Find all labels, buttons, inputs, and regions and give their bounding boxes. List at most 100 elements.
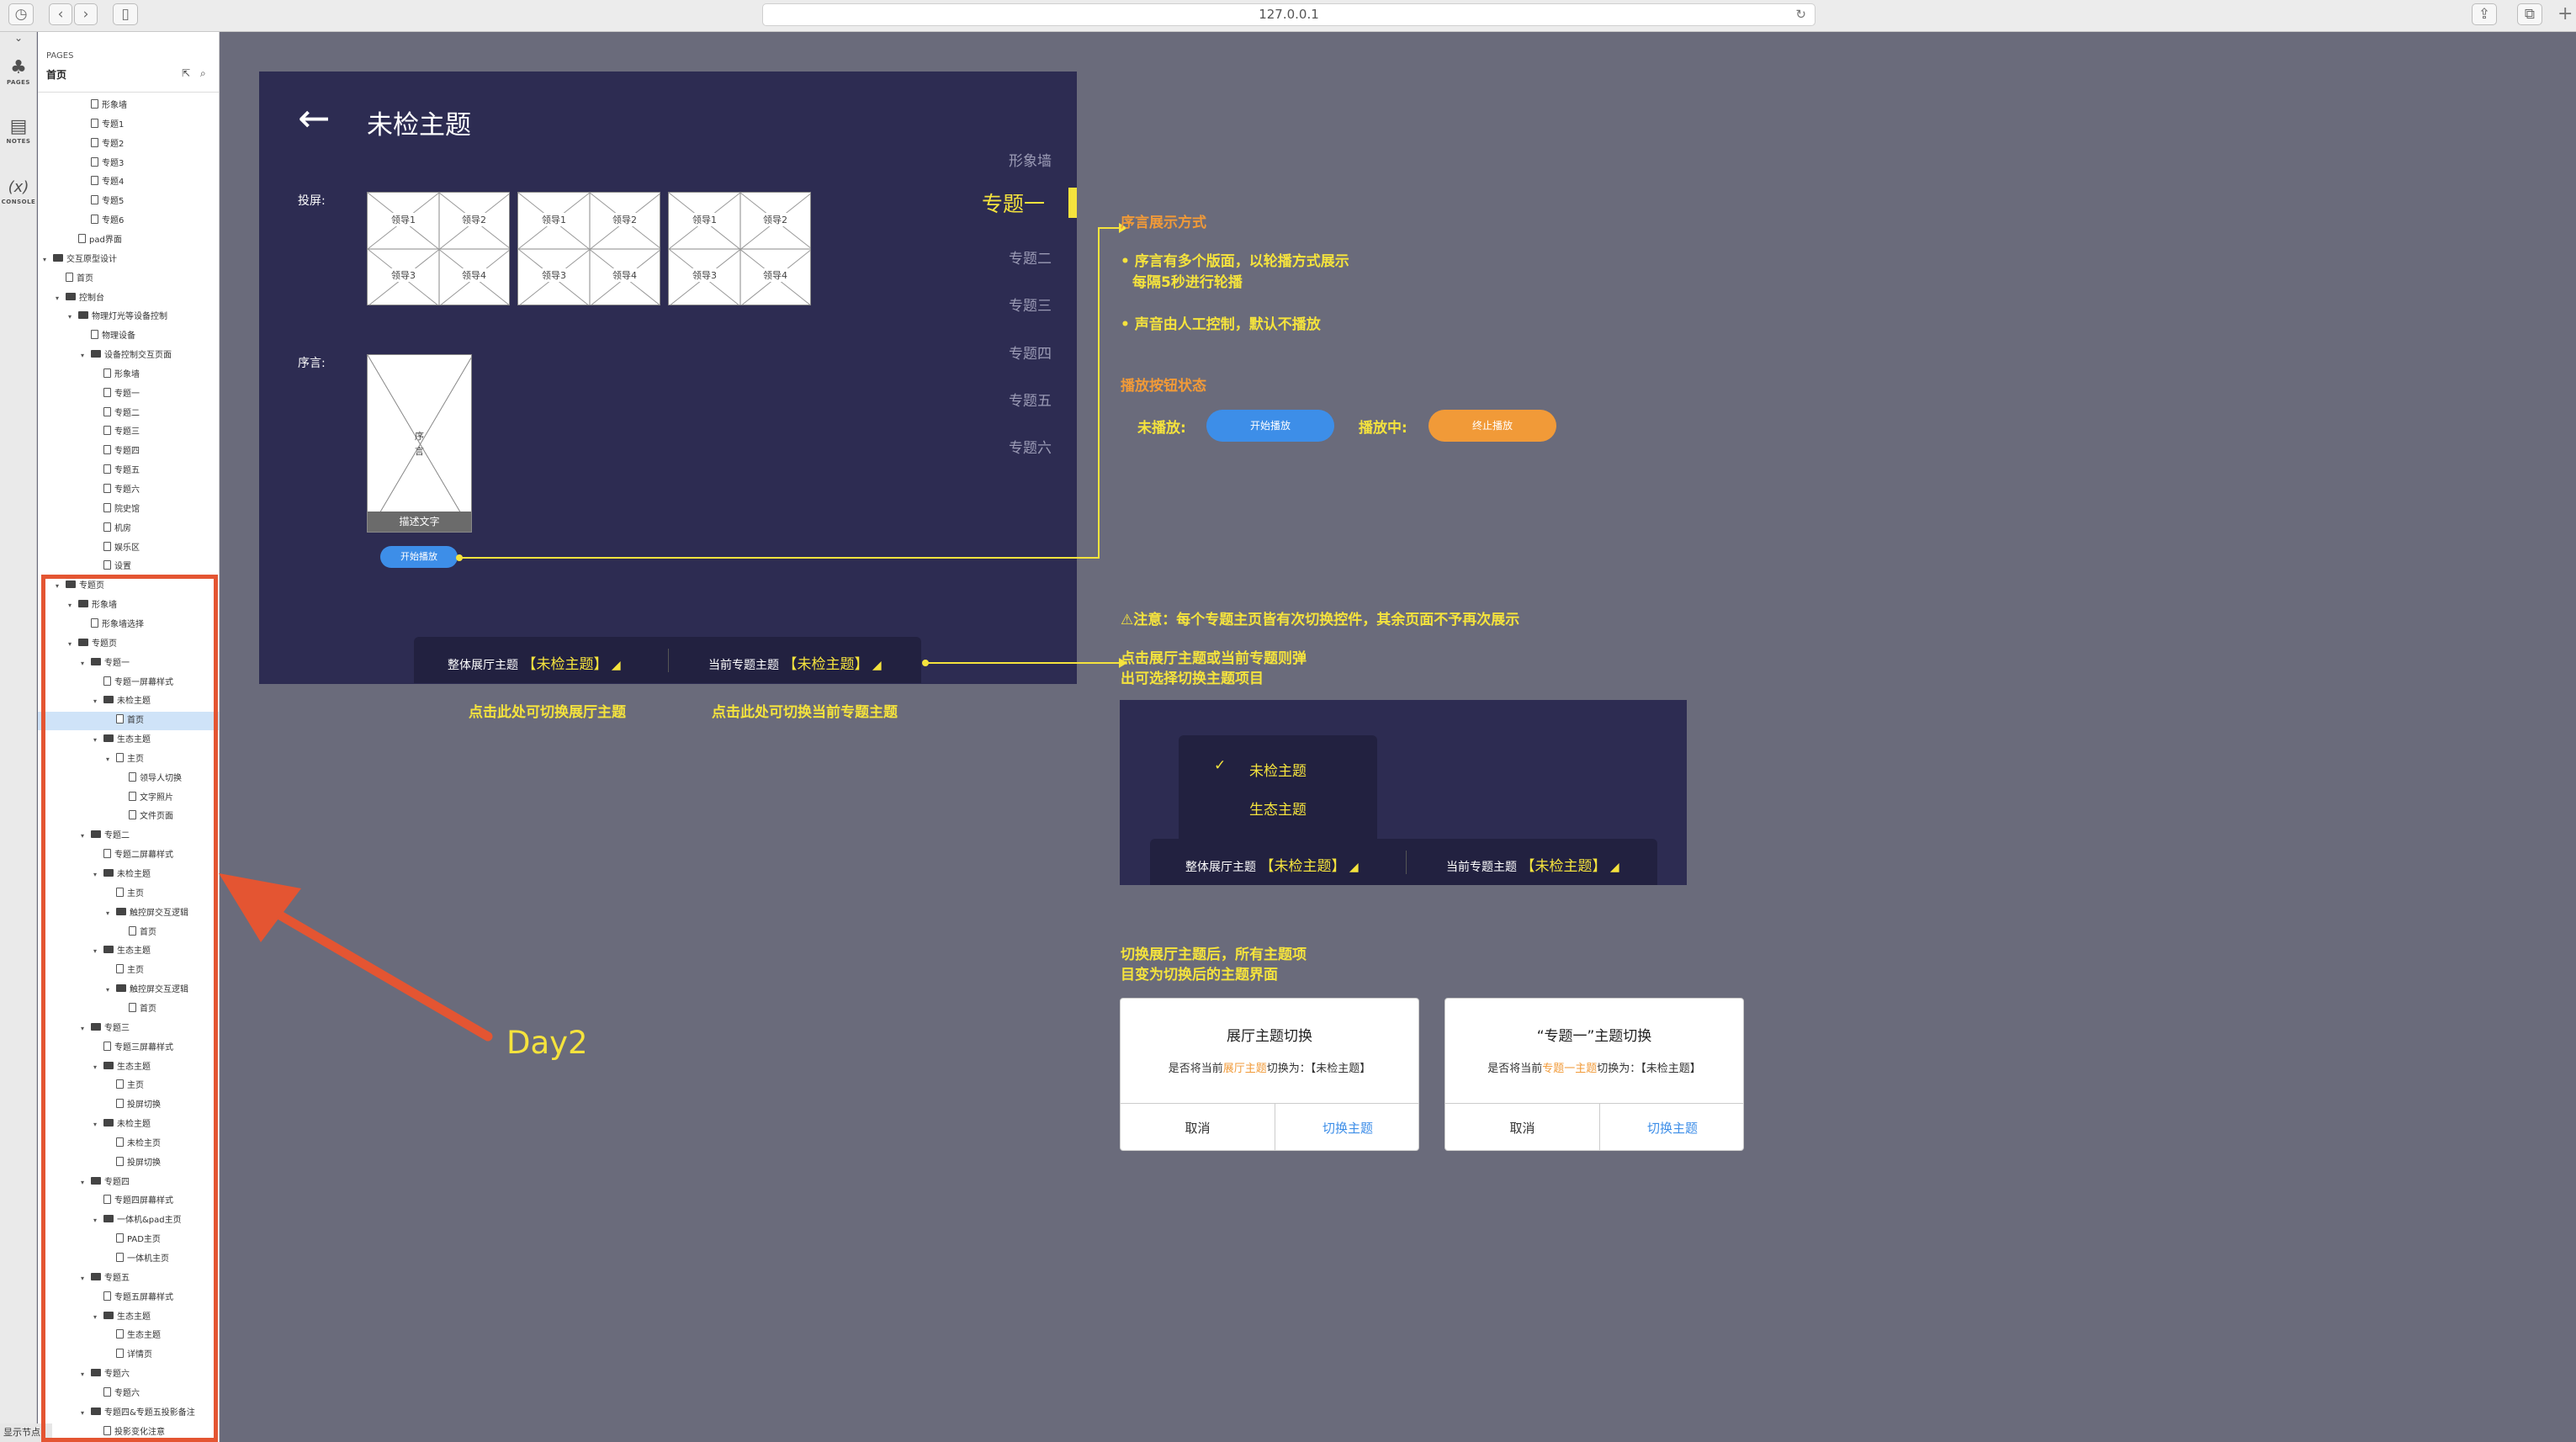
dialog-message: 是否将当前专题一主题切换为：【未检主题】	[1445, 1059, 1743, 1075]
back-icon[interactable]: ‹	[49, 3, 72, 25]
tree-node-label: 形象墙	[102, 101, 127, 110]
forward-icon[interactable]: ›	[74, 3, 98, 25]
tree-node-label: 专题4	[102, 178, 125, 188]
tree-page[interactable]: 娱乐区	[38, 539, 219, 558]
search-icon[interactable]: ⌕	[200, 67, 206, 80]
tree-node-label: 物理灯光等设备控制	[92, 312, 167, 322]
tree-page[interactable]: 专题一	[38, 385, 219, 404]
notes-tab[interactable]: ▤ NOTES	[0, 116, 37, 145]
popup-hall-selector[interactable]: 整体展厅主题 【未检主题】 ◢	[1185, 854, 1359, 875]
tree-page[interactable]: 机房	[38, 520, 219, 538]
notes-icon: ▤	[9, 116, 28, 137]
tree-page[interactable]: 专题3	[38, 155, 219, 173]
theme-option-2[interactable]: 生态主题	[1249, 798, 1307, 819]
start-play-button[interactable]: 开始播放	[1206, 410, 1334, 442]
tree-node-label: 专题6	[102, 216, 125, 226]
preface-char-1: 序	[415, 431, 424, 442]
tree-page[interactable]: 专题六	[38, 481, 219, 500]
reload-icon[interactable]: ↻	[1795, 4, 1806, 25]
tree-page[interactable]: 专题6	[38, 212, 219, 231]
tree-page[interactable]: 物理设备	[38, 327, 219, 346]
tree-node-label: 交互原型设计	[66, 254, 117, 264]
divider	[1406, 851, 1407, 874]
page-tree-header: PAGES 首页 ⇱ ⌕	[38, 32, 219, 93]
dialog-cancel-button[interactable]: 取消	[1121, 1103, 1275, 1150]
connector-lines	[456, 223, 1127, 668]
pages-tab[interactable]: ♣ PAGES	[0, 57, 37, 86]
tree-page[interactable]: 专题三	[38, 423, 219, 442]
tree-page[interactable]: 形象墙	[38, 366, 219, 384]
dialog-confirm-button[interactable]: 切换主题	[1600, 1103, 1743, 1150]
check-icon: ✓	[1214, 757, 1227, 774]
sitemap-icon: ♣	[10, 57, 27, 78]
play-state-title: 播放按钮状态	[1121, 378, 1206, 395]
tree-node-label: pad界面	[89, 235, 122, 245]
theme-option-1[interactable]: 未检主题	[1249, 759, 1307, 780]
tree-page[interactable]: 专题1	[38, 116, 219, 135]
folder-icon	[66, 292, 76, 300]
tree-folder[interactable]: ▾ 物理灯光等设备控制	[38, 308, 219, 326]
pages-tab-label: PAGES	[7, 79, 30, 86]
variable-icon: (x)	[8, 178, 29, 196]
page-icon	[91, 137, 98, 147]
nav-active-indicator	[1068, 188, 1077, 218]
dialog-message-highlight: 展厅主题	[1222, 1063, 1267, 1075]
expand-chevron-icon[interactable]: ▾	[68, 308, 78, 326]
expand-chevron-icon[interactable]: ▾	[56, 289, 66, 308]
tree-node-label: 专题一	[114, 389, 140, 399]
theme-options-popup: ✓ 未检主题 生态主题	[1179, 735, 1377, 845]
page-icon	[91, 118, 98, 128]
nav-item[interactable]: 形象墙	[1009, 149, 1052, 170]
new-tab-icon[interactable]: +	[2557, 3, 2573, 24]
url-bar[interactable]: 127.0.0.1 ↻	[762, 3, 1815, 26]
stop-play-button[interactable]: 终止播放	[1428, 410, 1556, 442]
tree-folder[interactable]: ▾ 交互原型设计	[38, 251, 219, 269]
preface-play-button[interactable]: 开始播放	[380, 546, 458, 568]
expand-chevron-icon[interactable]: ▾	[43, 251, 53, 269]
console-tab[interactable]: (x) CONSOLE	[0, 177, 37, 205]
tree-page[interactable]: 专题4	[38, 173, 219, 192]
url-text: 127.0.0.1	[1259, 7, 1319, 22]
share-icon[interactable]: ⇪	[2472, 3, 2497, 25]
expand-chevron-icon[interactable]: ▾	[81, 347, 91, 365]
tree-folder[interactable]: ▾ 控制台	[38, 289, 219, 308]
page-icon	[91, 156, 98, 167]
tree-page[interactable]: 专题五	[38, 462, 219, 480]
popup-topic-selector[interactable]: 当前专题主题 【未检主题】 ◢	[1446, 854, 1619, 875]
tree-page[interactable]: pad界面	[38, 231, 219, 250]
dialog-confirm-button[interactable]: 切换主题	[1275, 1103, 1418, 1150]
tree-page[interactable]: 形象墙	[38, 97, 219, 115]
preface-note-2: • 声音由人工控制，默认不播放	[1121, 316, 1321, 333]
tree-node-label: 院史馆	[114, 504, 140, 514]
page-icon	[91, 176, 98, 186]
preface-note-1b: 每隔5秒进行轮播	[1132, 274, 1243, 291]
nav-item-active[interactable]: 专题一	[982, 188, 1045, 218]
page-icon	[103, 406, 111, 416]
day2-label: Day2	[506, 1025, 588, 1061]
page-icon	[103, 541, 111, 551]
tree-node-label: 专题六	[114, 485, 140, 495]
tree-page[interactable]: 院史馆	[38, 501, 219, 519]
tree-page[interactable]: 首页	[38, 270, 219, 289]
tree-page[interactable]: 专题四	[38, 443, 219, 461]
tree-page[interactable]: 专题5	[38, 193, 219, 211]
page-icon	[91, 99, 98, 109]
export-icon[interactable]: ⇱	[182, 67, 190, 79]
back-arrow-icon[interactable]: ←	[298, 97, 331, 139]
tree-page[interactable]: 专题二	[38, 405, 219, 423]
collapse-chevron-icon[interactable]: ⌄	[0, 32, 37, 47]
not-playing-label: 未播放:	[1137, 420, 1186, 437]
dialog-cancel-button[interactable]: 取消	[1445, 1103, 1600, 1150]
tabs-icon[interactable]: ⧉	[2517, 3, 2542, 25]
switch-note-1: 切换展厅主题后，所有主题项	[1121, 946, 1307, 963]
left-icon-strip: ⌄ ♣ PAGES ▤ NOTES (x) CONSOLE	[0, 32, 37, 1442]
sidebar-toggle-icon[interactable]: ▯	[113, 3, 138, 25]
page-icon	[91, 195, 98, 205]
tree-node-label: 物理设备	[102, 331, 135, 342]
notes-tab-label: NOTES	[6, 138, 31, 145]
preface-label: 序言:	[298, 357, 326, 370]
tree-folder[interactable]: ▾ 设备控制交互页面	[38, 347, 219, 365]
tree-page[interactable]: 专题2	[38, 135, 219, 154]
dialog-message-post: 切换为：【未检主题】	[1266, 1063, 1371, 1075]
history-icon[interactable]: ◷	[8, 3, 34, 25]
